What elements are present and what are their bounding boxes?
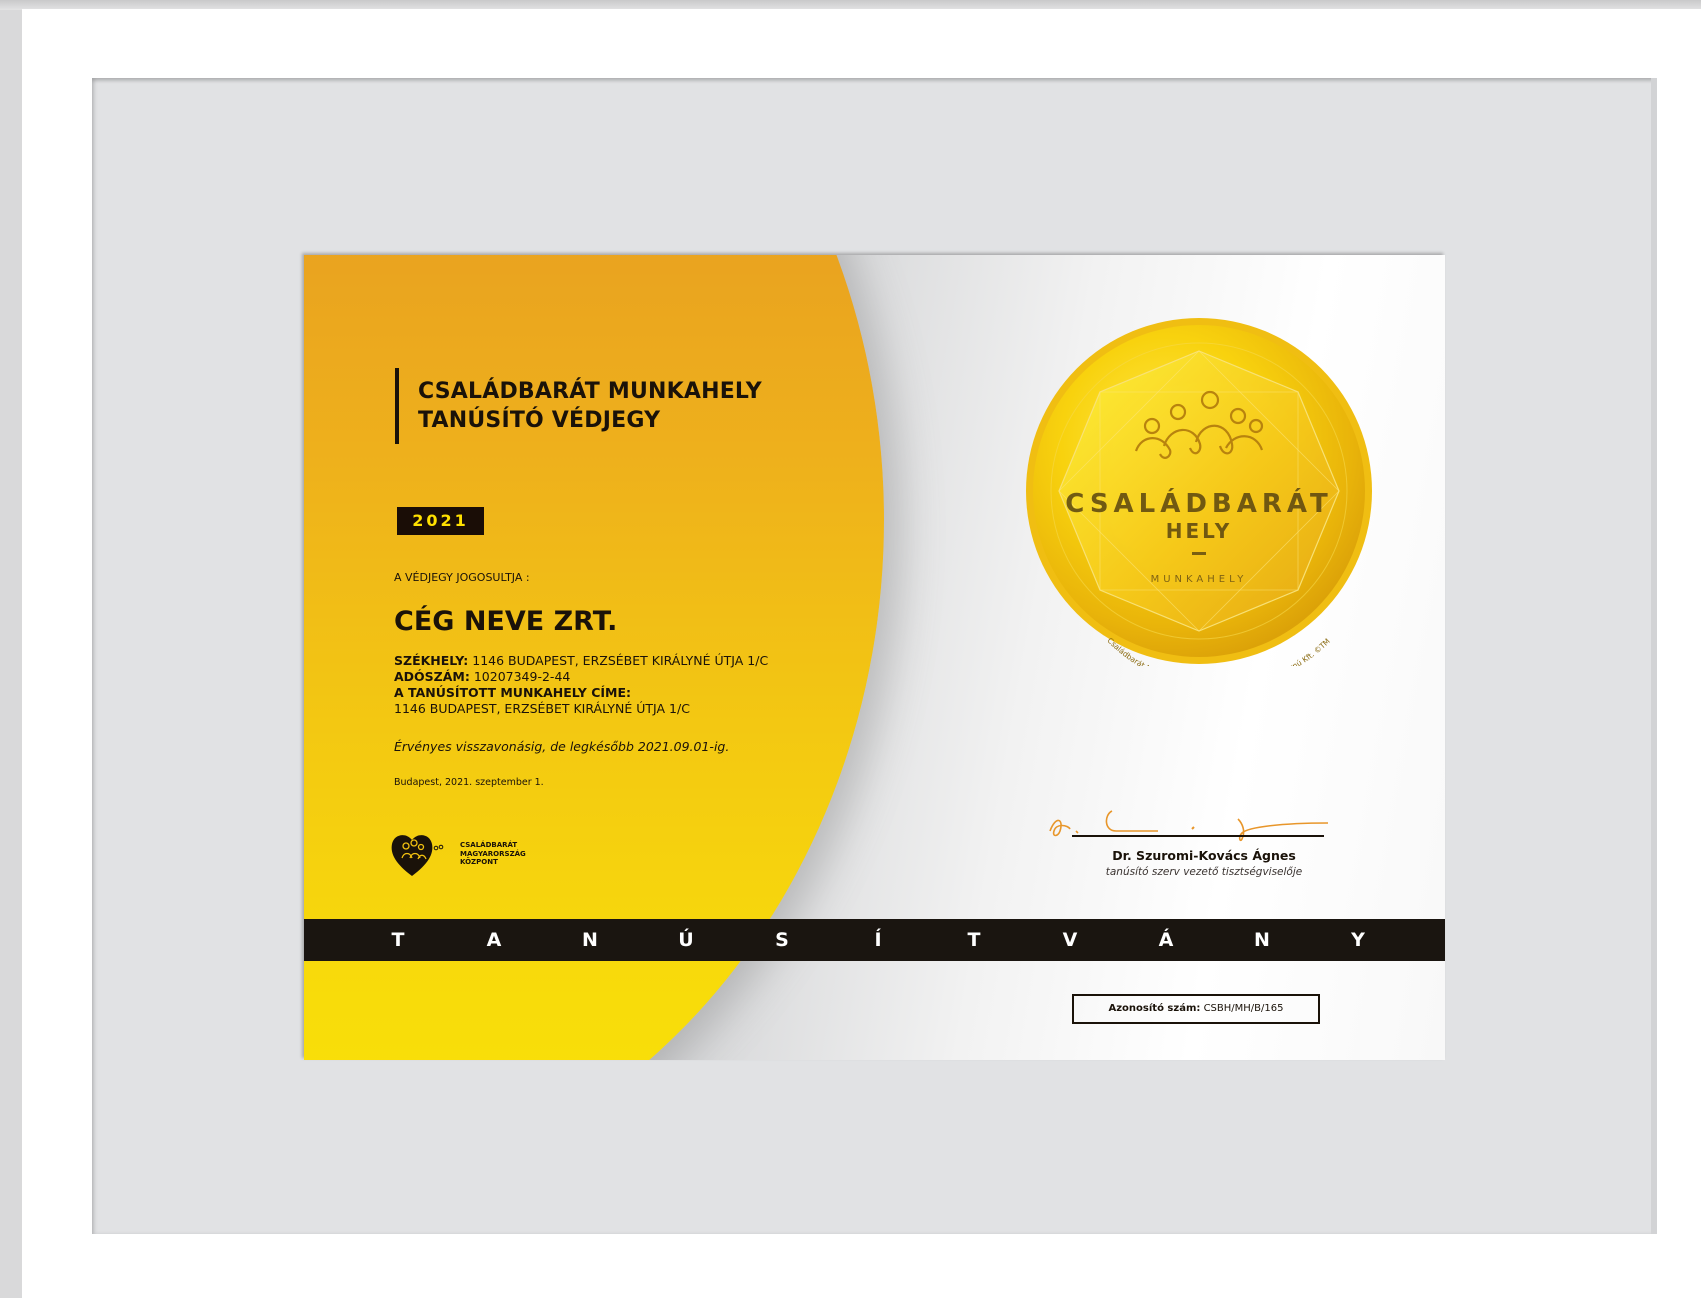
seal-line2: HELY	[1166, 519, 1233, 543]
certificate-title: CSALÁDBARÁT MUNKAHELY TANÚSÍTÓ VÉDJEGY	[418, 377, 878, 435]
certificate-band: T A N Ú S Í T V Á N Y	[304, 919, 1445, 961]
band-letter: S	[775, 929, 789, 951]
seat-value: 1146 BUDAPEST, ERZSÉBET KIRÁLYNÉ ÚTJA 1/…	[472, 653, 769, 668]
id-label: Azonosító szám:	[1108, 1003, 1201, 1014]
seat-line: SZÉKHELY: 1146 BUDAPEST, ERZSÉBET KIRÁLY…	[394, 653, 768, 669]
tax-label: ADÓSZÁM:	[394, 669, 470, 684]
org-name-line1: CSALÁDBARÁT	[460, 841, 518, 849]
place-date: Budapest, 2021. szeptember 1.	[394, 777, 544, 788]
workplace-value: 1146 BUDAPEST, ERZSÉBET KIRÁLYNÉ ÚTJA 1/…	[394, 701, 690, 716]
certificate-title-line1: CSALÁDBARÁT MUNKAHELY	[418, 379, 762, 404]
org-name: CSALÁDBARÁT MAGYARORSZÁG KÖZPONT	[460, 841, 526, 867]
frame-mat-edge	[1651, 78, 1657, 1234]
year-badge: 2021	[397, 507, 484, 535]
band-letter: V	[1062, 929, 1078, 951]
owner-label: A VÉDJEGY JOGOSULTJA :	[394, 571, 530, 584]
certificate: CSALÁDBARÁT MUNKAHELY TANÚSÍTÓ VÉDJEGY 2…	[304, 255, 1445, 1060]
band-letter: Í	[874, 929, 882, 951]
signature-line	[1072, 835, 1324, 837]
workplace-label: A TANÚSÍTOTT MUNKAHELY CÍME:	[394, 685, 631, 700]
signer-name: Dr. Szuromi-Kovács Ágnes	[1112, 848, 1296, 863]
title-accent-bar	[395, 368, 399, 444]
tax-line: ADÓSZÁM: 10207349-2-44	[394, 669, 570, 685]
workplace-value-line: 1146 BUDAPEST, ERZSÉBET KIRÁLYNÉ ÚTJA 1/…	[394, 701, 690, 717]
signer-role: tanúsító szerv vezető tisztségviselője	[1105, 866, 1303, 878]
workplace-label-line: A TANÚSÍTOTT MUNKAHELY CÍME:	[394, 685, 631, 701]
band-letter: N	[1254, 929, 1270, 951]
id-value: CSBH/MH/B/165	[1203, 1003, 1284, 1014]
band-letter: Y	[1351, 929, 1365, 951]
id-number-box: Azonosító szám: CSBH/MH/B/165	[1072, 994, 1320, 1024]
company-name: CÉG NEVE ZRT.	[394, 606, 618, 637]
seat-label: SZÉKHELY:	[394, 653, 469, 668]
signature	[1049, 810, 1329, 842]
tax-value: 10207349-2-44	[473, 669, 571, 684]
certificate-title-line2: TANÚSÍTÓ VÉDJEGY	[418, 408, 661, 433]
gold-seal: CSALÁDBARÁT HELY MUNKAHELY Családbarát M…	[1026, 318, 1372, 666]
seal-line3: MUNKAHELY	[1151, 574, 1248, 585]
band-letter: T	[967, 929, 981, 951]
band-letter: Ú	[678, 929, 694, 951]
band-letter: Á	[1158, 929, 1174, 951]
org-name-line2: MAGYARORSZÁG	[460, 849, 526, 858]
band-letter: T	[391, 929, 405, 951]
band-letter: A	[486, 929, 502, 951]
validity-text: Érvényes visszavonásig, de legkésőbb 202…	[394, 739, 730, 754]
org-name-line3: KÖZPONT	[460, 858, 498, 866]
seal-line1: CSALÁDBARÁT	[1065, 487, 1332, 519]
band-letter: N	[582, 929, 598, 951]
